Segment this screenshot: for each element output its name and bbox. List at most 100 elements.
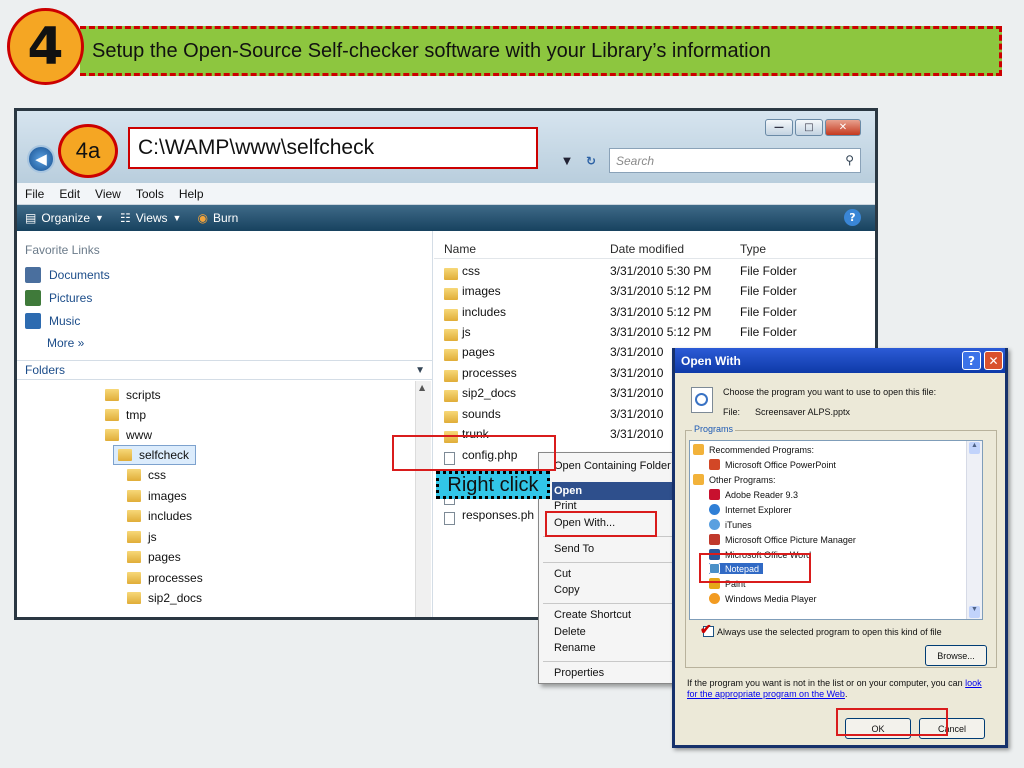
minimize-button[interactable]: — — [765, 119, 793, 136]
favorite-music[interactable]: Music — [25, 313, 80, 329]
file-row[interactable]: includes 3/31/2010 5:12 PM File Folder — [434, 302, 875, 322]
ctx-copy[interactable]: Copy — [554, 584, 580, 596]
program-adobe-reader[interactable]: Adobe Reader 9.3 — [709, 489, 798, 500]
program-label: Adobe Reader 9.3 — [725, 489, 799, 500]
notepad-highlight — [699, 553, 811, 583]
menu-edit[interactable]: Edit — [59, 187, 80, 201]
ctx-send-to[interactable]: Send To — [554, 543, 594, 555]
column-type[interactable]: Type — [740, 242, 766, 256]
powerpoint-icon — [709, 459, 720, 470]
close-icon[interactable]: ✕ — [984, 351, 1003, 370]
column-date-modified[interactable]: Date modified — [610, 242, 684, 256]
menu-help[interactable]: Help — [179, 187, 204, 201]
file-date: 3/31/2010 5:30 PM — [610, 264, 712, 278]
file-name: includes — [462, 305, 507, 319]
tree-item-includes[interactable]: includes — [127, 506, 192, 526]
file-row[interactable]: css 3/31/2010 5:30 PM File Folder — [434, 261, 875, 281]
file-name: sip2_docs — [462, 386, 517, 400]
close-button[interactable]: ✕ — [825, 119, 861, 136]
maximize-button[interactable]: □ — [795, 119, 823, 136]
favorite-label: Music — [49, 314, 81, 328]
file-search-icon — [691, 387, 713, 413]
folder-icon — [127, 510, 141, 522]
ctx-rename[interactable]: Rename — [554, 642, 596, 654]
ok-highlight — [836, 708, 948, 736]
favorite-label: Pictures — [49, 291, 93, 305]
chevron-down-icon[interactable]: ▼ — [969, 606, 980, 618]
chevron-down-icon[interactable]: ▼ — [557, 149, 577, 173]
program-itunes[interactable]: iTunes — [709, 519, 752, 530]
program-powerpoint[interactable]: Microsoft Office PowerPoint — [709, 459, 836, 470]
more-link[interactable]: More » — [47, 336, 84, 350]
tree-label: tmp — [126, 408, 147, 422]
search-icon[interactable]: ⚲ — [845, 153, 854, 167]
tree-item-pages[interactable]: pages — [127, 547, 181, 567]
organize-button[interactable]: ▤ Organize ▼ — [25, 211, 104, 225]
program-picture-manager[interactable]: Microsoft Office Picture Manager — [709, 534, 856, 545]
favorite-links-heading: Favorite Links — [25, 243, 100, 257]
tree-item-js[interactable]: js — [127, 527, 157, 547]
file-date: 3/31/2010 — [610, 407, 664, 421]
folder-icon — [105, 429, 119, 441]
program-internet-explorer[interactable]: Internet Explorer — [709, 504, 792, 515]
file-date: 3/31/2010 — [610, 345, 664, 359]
ctx-cut[interactable]: Cut — [554, 568, 571, 580]
ctx-properties[interactable]: Properties — [554, 667, 604, 679]
tree-item-selfcheck[interactable]: selfcheck — [113, 445, 197, 465]
menu-file[interactable]: File — [25, 187, 44, 201]
folder-icon — [127, 531, 141, 543]
file-name: images — [462, 284, 501, 298]
views-button[interactable]: ☷ Views ▼ — [120, 211, 181, 225]
always-use-checkbox[interactable]: ✔ — [700, 621, 714, 637]
tree-item-tmp[interactable]: tmp — [105, 405, 146, 425]
burn-button[interactable]: ◉ Burn — [197, 211, 238, 225]
other-programs-group: Other Programs: — [693, 474, 776, 485]
burn-label: Burn — [212, 211, 239, 225]
folders-header[interactable]: Folders ▼ — [17, 360, 433, 380]
address-path-text: C:\WAMP\www\selfcheck — [138, 136, 375, 159]
program-label: Microsoft Office PowerPoint — [725, 459, 836, 470]
menu-bar: File Edit View Tools Help — [17, 183, 875, 205]
group-label: Other Programs: — [709, 474, 776, 485]
ctx-open-containing-folder[interactable]: Open Containing Folder — [554, 460, 671, 472]
footer-period: . — [844, 689, 848, 699]
group-label: Recommended Programs: — [709, 444, 815, 455]
program-media-player[interactable]: Windows Media Player — [709, 593, 817, 604]
address-path-callout[interactable]: C:\WAMP\www\selfcheck — [128, 127, 538, 169]
tree-item-css[interactable]: css — [127, 465, 166, 485]
menu-view[interactable]: View — [95, 187, 121, 201]
tree-item-sip2-docs[interactable]: sip2_docs — [127, 588, 202, 608]
help-icon[interactable]: ? — [962, 351, 981, 370]
menu-tools[interactable]: Tools — [136, 187, 164, 201]
tree-item-images[interactable]: images — [127, 486, 187, 506]
ctx-open[interactable]: Open — [552, 482, 677, 500]
tree-scrollbar[interactable]: ▲ — [415, 381, 431, 617]
dialog-instruction: Choose the program you want to use to op… — [723, 387, 937, 397]
refresh-icon[interactable]: ↻ — [579, 149, 603, 173]
programs-list[interactable]: Recommended Programs: Microsoft Office P… — [689, 440, 983, 620]
favorite-documents[interactable]: Documents — [25, 267, 110, 283]
favorite-pictures[interactable]: Pictures — [25, 290, 92, 306]
file-name: sounds — [462, 407, 501, 421]
browse-button[interactable]: Browse... — [925, 645, 987, 666]
chevron-up-icon[interactable]: ▲ — [969, 442, 980, 454]
folder-icon — [127, 551, 141, 563]
tree-item-processes[interactable]: processes — [127, 568, 203, 588]
step-number-badge: 4 — [7, 8, 84, 85]
folder-icon — [127, 469, 141, 481]
step-banner-text: Setup the Open-Source Self-checker softw… — [92, 39, 771, 62]
ctx-delete[interactable]: Delete — [554, 626, 586, 638]
ctx-create-shortcut[interactable]: Create Shortcut — [554, 609, 631, 621]
search-input[interactable]: Search ⚲ — [609, 148, 861, 173]
footer-text: If the program you want is not in the li… — [687, 678, 963, 688]
views-label: Views — [135, 211, 168, 225]
file-date: 3/31/2010 — [610, 366, 664, 380]
tree-item-www[interactable]: www — [105, 425, 152, 445]
help-icon[interactable]: ? — [844, 209, 861, 226]
column-name[interactable]: Name — [444, 242, 476, 256]
programs-scrollbar[interactable]: ▲ ▼ — [966, 441, 982, 619]
back-arrow-icon[interactable]: ◀ — [27, 145, 55, 173]
file-row[interactable]: js 3/31/2010 5:12 PM File Folder — [434, 322, 875, 342]
file-row[interactable]: images 3/31/2010 5:12 PM File Folder — [434, 281, 875, 301]
tree-item-scripts[interactable]: scripts — [105, 385, 161, 405]
